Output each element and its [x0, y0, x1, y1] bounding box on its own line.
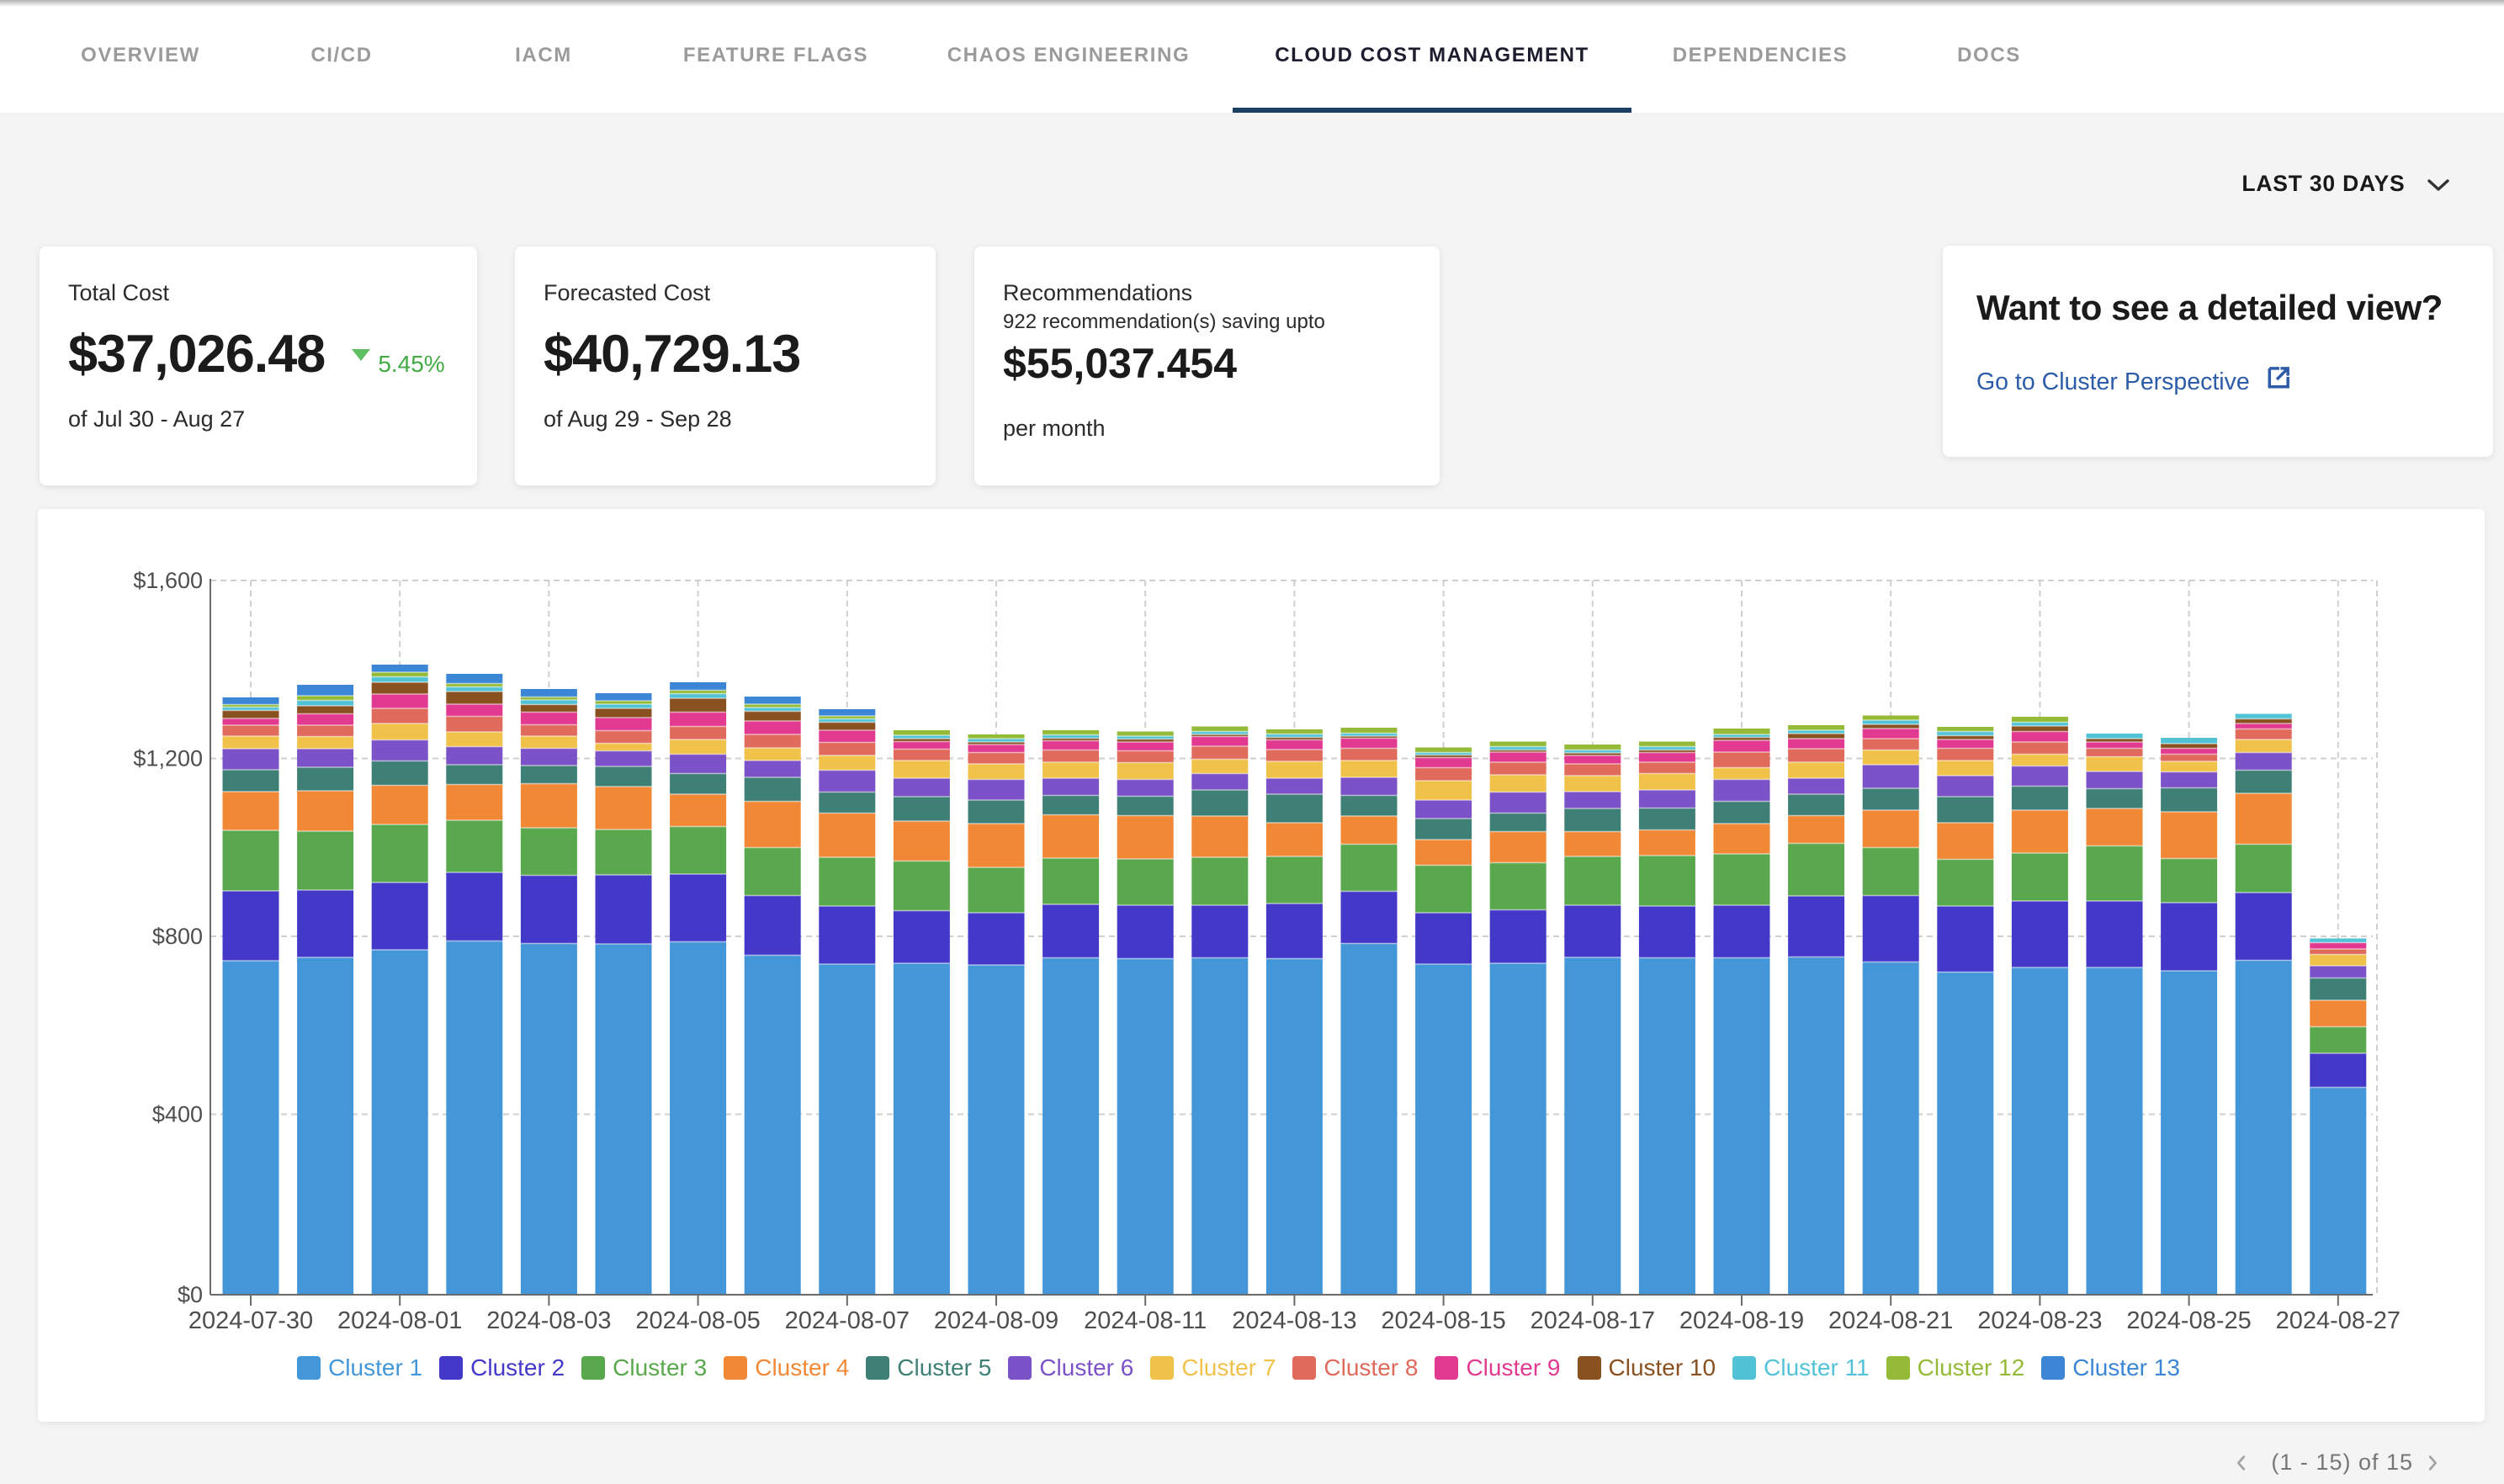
svg-text:$1,200: $1,200: [133, 746, 203, 771]
svg-text:2024-07-30: 2024-07-30: [188, 1307, 313, 1334]
svg-text:2024-08-09: 2024-08-09: [934, 1307, 1058, 1334]
svg-text:2024-08-03: 2024-08-03: [486, 1307, 611, 1334]
svg-text:2024-08-27: 2024-08-27: [2276, 1307, 2401, 1334]
svg-text:$400: $400: [152, 1102, 203, 1127]
svg-text:2024-08-19: 2024-08-19: [1679, 1307, 1804, 1334]
svg-text:$1,600: $1,600: [133, 568, 203, 593]
svg-text:$0: $0: [178, 1282, 203, 1307]
svg-text:2024-08-23: 2024-08-23: [1977, 1307, 2102, 1334]
svg-text:2024-08-17: 2024-08-17: [1531, 1307, 1655, 1334]
svg-text:2024-08-05: 2024-08-05: [635, 1307, 760, 1334]
svg-text:2024-08-25: 2024-08-25: [2126, 1307, 2251, 1334]
svg-text:2024-08-21: 2024-08-21: [1828, 1307, 1953, 1334]
svg-text:2024-08-11: 2024-08-11: [1084, 1307, 1207, 1334]
svg-text:2024-08-07: 2024-08-07: [785, 1307, 910, 1334]
svg-text:2024-08-15: 2024-08-15: [1381, 1307, 1505, 1334]
svg-text:2024-08-01: 2024-08-01: [337, 1307, 462, 1334]
svg-text:$800: $800: [152, 924, 203, 949]
svg-text:2024-08-13: 2024-08-13: [1232, 1307, 1356, 1334]
